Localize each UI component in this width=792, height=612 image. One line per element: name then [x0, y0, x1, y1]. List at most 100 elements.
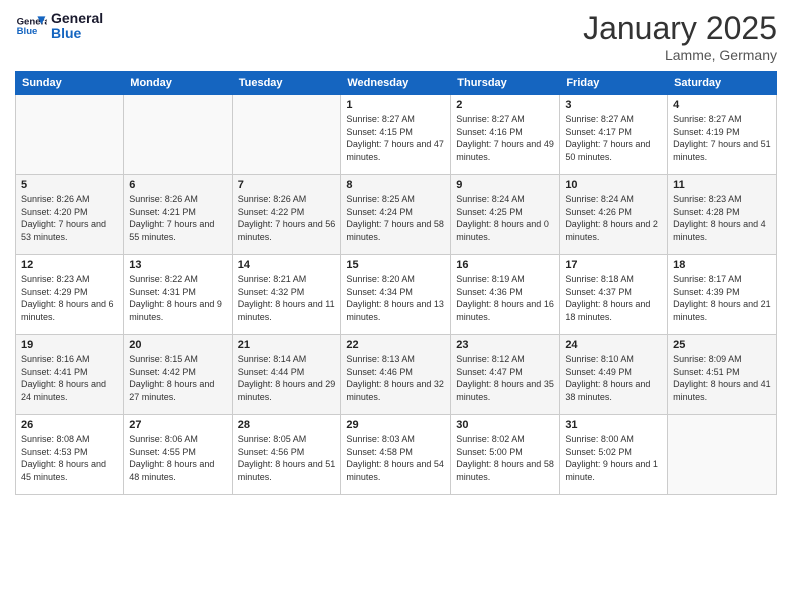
month-title: January 2025 [583, 10, 777, 47]
calendar-cell: 11 Sunrise: 8:23 AM Sunset: 4:28 PM Dayli… [668, 175, 777, 255]
day-number: 13 [129, 259, 226, 271]
day-number: 26 [21, 419, 118, 431]
day-info: Sunrise: 8:27 AM Sunset: 4:16 PM Dayligh… [456, 113, 554, 163]
day-info: Sunrise: 8:25 AM Sunset: 4:24 PM Dayligh… [346, 193, 445, 243]
day-info: Sunrise: 8:19 AM Sunset: 4:36 PM Dayligh… [456, 273, 554, 323]
calendar-cell [668, 415, 777, 495]
day-number: 5 [21, 179, 118, 191]
logo-icon: General Blue [15, 10, 47, 42]
weekday-header: Thursday [451, 72, 560, 95]
weekday-header: Monday [124, 72, 232, 95]
day-number: 27 [129, 419, 226, 431]
day-info: Sunrise: 8:18 AM Sunset: 4:37 PM Dayligh… [565, 273, 662, 323]
day-info: Sunrise: 8:21 AM Sunset: 4:32 PM Dayligh… [238, 273, 336, 323]
day-info: Sunrise: 8:26 AM Sunset: 4:21 PM Dayligh… [129, 193, 226, 243]
weekday-header: Friday [560, 72, 668, 95]
calendar-cell: 5 Sunrise: 8:26 AM Sunset: 4:20 PM Daylig… [16, 175, 124, 255]
day-number: 21 [238, 339, 336, 351]
calendar-cell: 30 Sunrise: 8:02 AM Sunset: 5:00 PM Dayli… [451, 415, 560, 495]
day-info: Sunrise: 8:27 AM Sunset: 4:19 PM Dayligh… [673, 113, 771, 163]
day-number: 16 [456, 259, 554, 271]
calendar-cell: 3 Sunrise: 8:27 AM Sunset: 4:17 PM Daylig… [560, 95, 668, 175]
header: General Blue General Blue January 2025 L… [15, 10, 777, 63]
day-number: 7 [238, 179, 336, 191]
calendar-cell: 17Sunrise: 8:18 AM Sunset: 4:37 PM Dayli… [560, 255, 668, 335]
weekday-header: Saturday [668, 72, 777, 95]
day-number: 1 [346, 99, 445, 111]
calendar-week-row: 1 Sunrise: 8:27 AM Sunset: 4:15 PM Daylig… [16, 95, 777, 175]
day-info: Sunrise: 8:03 AM Sunset: 4:58 PM Dayligh… [346, 433, 445, 483]
day-number: 19 [21, 339, 118, 351]
day-info: Sunrise: 8:26 AM Sunset: 4:20 PM Dayligh… [21, 193, 118, 243]
day-info: Sunrise: 8:22 AM Sunset: 4:31 PM Dayligh… [129, 273, 226, 323]
day-info: Sunrise: 8:24 AM Sunset: 4:25 PM Dayligh… [456, 193, 554, 243]
calendar-cell: 9Sunrise: 8:24 AM Sunset: 4:25 PM Daylig… [451, 175, 560, 255]
day-info: Sunrise: 8:27 AM Sunset: 4:15 PM Dayligh… [346, 113, 445, 163]
calendar-cell: 28 Sunrise: 8:05 AM Sunset: 4:56 PM Dayli… [232, 415, 341, 495]
day-info: Sunrise: 8:09 AM Sunset: 4:51 PM Dayligh… [673, 353, 771, 403]
day-number: 10 [565, 179, 662, 191]
calendar-cell [16, 95, 124, 175]
day-number: 3 [565, 99, 662, 111]
day-number: 6 [129, 179, 226, 191]
day-number: 14 [238, 259, 336, 271]
day-info: Sunrise: 8:05 AM Sunset: 4:56 PM Dayligh… [238, 433, 336, 483]
day-info: Sunrise: 8:27 AM Sunset: 4:17 PM Dayligh… [565, 113, 662, 163]
weekday-header: Tuesday [232, 72, 341, 95]
location: Lamme, Germany [583, 47, 777, 63]
day-number: 11 [673, 179, 771, 191]
day-number: 4 [673, 99, 771, 111]
day-info: Sunrise: 8:14 AM Sunset: 4:44 PM Dayligh… [238, 353, 336, 403]
calendar-week-row: 5 Sunrise: 8:26 AM Sunset: 4:20 PM Daylig… [16, 175, 777, 255]
calendar-cell: 2Sunrise: 8:27 AM Sunset: 4:16 PM Daylig… [451, 95, 560, 175]
calendar-week-row: 26Sunrise: 8:08 AM Sunset: 4:53 PM Dayli… [16, 415, 777, 495]
logo-blue: Blue [51, 26, 103, 41]
svg-text:Blue: Blue [17, 26, 38, 37]
day-info: Sunrise: 8:06 AM Sunset: 4:55 PM Dayligh… [129, 433, 226, 483]
title-block: January 2025 Lamme, Germany [583, 10, 777, 63]
day-number: 23 [456, 339, 554, 351]
calendar-week-row: 19Sunrise: 8:16 AM Sunset: 4:41 PM Dayli… [16, 335, 777, 415]
day-info: Sunrise: 8:26 AM Sunset: 4:22 PM Dayligh… [238, 193, 336, 243]
calendar-cell: 10 Sunrise: 8:24 AM Sunset: 4:26 PM Dayli… [560, 175, 668, 255]
calendar-cell: 27 Sunrise: 8:06 AM Sunset: 4:55 PM Dayli… [124, 415, 232, 495]
calendar-week-row: 12Sunrise: 8:23 AM Sunset: 4:29 PM Dayli… [16, 255, 777, 335]
calendar-cell: 25 Sunrise: 8:09 AM Sunset: 4:51 PM Dayli… [668, 335, 777, 415]
day-number: 24 [565, 339, 662, 351]
day-info: Sunrise: 8:20 AM Sunset: 4:34 PM Dayligh… [346, 273, 445, 323]
day-info: Sunrise: 8:00 AM Sunset: 5:02 PM Dayligh… [565, 433, 662, 483]
calendar-cell: 1 Sunrise: 8:27 AM Sunset: 4:15 PM Daylig… [341, 95, 451, 175]
calendar-cell: 29Sunrise: 8:03 AM Sunset: 4:58 PM Dayli… [341, 415, 451, 495]
calendar-cell: 20 Sunrise: 8:15 AM Sunset: 4:42 PM Dayli… [124, 335, 232, 415]
calendar-cell: 14 Sunrise: 8:21 AM Sunset: 4:32 PM Dayli… [232, 255, 341, 335]
day-info: Sunrise: 8:12 AM Sunset: 4:47 PM Dayligh… [456, 353, 554, 403]
calendar-cell: 31 Sunrise: 8:00 AM Sunset: 5:02 PM Dayli… [560, 415, 668, 495]
day-info: Sunrise: 8:13 AM Sunset: 4:46 PM Dayligh… [346, 353, 445, 403]
calendar-cell: 13 Sunrise: 8:22 AM Sunset: 4:31 PM Dayli… [124, 255, 232, 335]
day-number: 25 [673, 339, 771, 351]
calendar-cell: 16 Sunrise: 8:19 AM Sunset: 4:36 PM Dayli… [451, 255, 560, 335]
day-info: Sunrise: 8:24 AM Sunset: 4:26 PM Dayligh… [565, 193, 662, 243]
logo: General Blue General Blue [15, 10, 103, 42]
day-info: Sunrise: 8:23 AM Sunset: 4:29 PM Dayligh… [21, 273, 118, 323]
day-number: 30 [456, 419, 554, 431]
calendar-cell [232, 95, 341, 175]
day-info: Sunrise: 8:10 AM Sunset: 4:49 PM Dayligh… [565, 353, 662, 403]
day-info: Sunrise: 8:23 AM Sunset: 4:28 PM Dayligh… [673, 193, 771, 243]
day-number: 28 [238, 419, 336, 431]
calendar-cell: 12Sunrise: 8:23 AM Sunset: 4:29 PM Dayli… [16, 255, 124, 335]
day-info: Sunrise: 8:02 AM Sunset: 5:00 PM Dayligh… [456, 433, 554, 483]
calendar-header-row: SundayMondayTuesdayWednesdayThursdayFrid… [16, 72, 777, 95]
day-number: 31 [565, 419, 662, 431]
calendar-cell: 19Sunrise: 8:16 AM Sunset: 4:41 PM Dayli… [16, 335, 124, 415]
day-info: Sunrise: 8:17 AM Sunset: 4:39 PM Dayligh… [673, 273, 771, 323]
day-number: 20 [129, 339, 226, 351]
calendar-cell: 7 Sunrise: 8:26 AM Sunset: 4:22 PM Daylig… [232, 175, 341, 255]
calendar-cell: 4 Sunrise: 8:27 AM Sunset: 4:19 PM Daylig… [668, 95, 777, 175]
day-number: 22 [346, 339, 445, 351]
calendar-cell: 21 Sunrise: 8:14 AM Sunset: 4:44 PM Dayli… [232, 335, 341, 415]
calendar-cell: 26Sunrise: 8:08 AM Sunset: 4:53 PM Dayli… [16, 415, 124, 495]
day-info: Sunrise: 8:15 AM Sunset: 4:42 PM Dayligh… [129, 353, 226, 403]
calendar-cell: 22 Sunrise: 8:13 AM Sunset: 4:46 PM Dayli… [341, 335, 451, 415]
day-number: 18 [673, 259, 771, 271]
